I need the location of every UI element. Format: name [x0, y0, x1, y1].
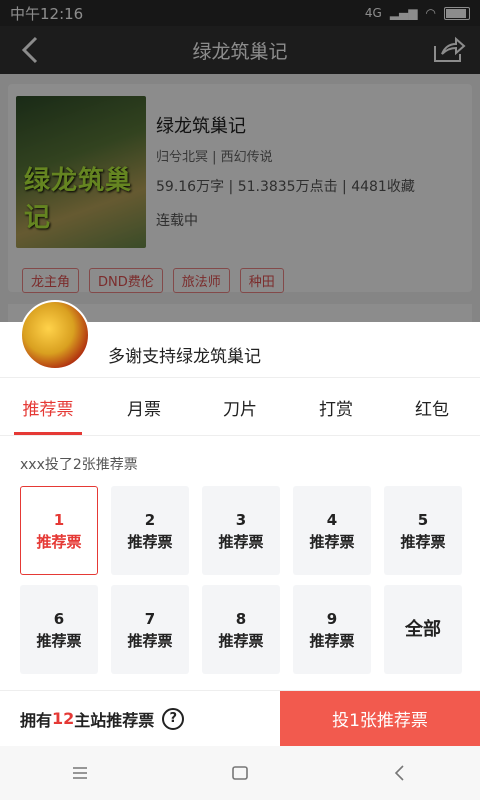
tab-red-packet[interactable]: 红包: [384, 380, 480, 435]
ticket-option-8[interactable]: 8 推荐票: [202, 585, 280, 674]
ticket-option-6[interactable]: 6 推荐票: [20, 585, 98, 674]
vote-button[interactable]: 投1张推荐票: [280, 691, 480, 746]
sheet-header: 多谢支持绿龙筑巢记: [0, 300, 480, 378]
option-number: 7: [144, 609, 156, 628]
ticket-option-3[interactable]: 3 推荐票: [202, 486, 280, 575]
option-number: 1: [53, 510, 65, 529]
option-label: 推荐票: [36, 532, 82, 551]
vote-bar: 拥有 12 主站推荐票 ? 投1张推荐票: [0, 690, 480, 746]
system-nav-bar: [0, 746, 480, 800]
option-label: 推荐票: [400, 532, 446, 551]
option-number: 6: [53, 609, 65, 628]
ticket-option-9[interactable]: 9 推荐票: [293, 585, 371, 674]
owned-tickets: 拥有 12 主站推荐票 ?: [0, 691, 280, 746]
ticket-option-all[interactable]: 全部: [384, 585, 462, 674]
option-label: 推荐票: [309, 631, 355, 650]
option-number: 4: [326, 510, 338, 529]
tab-blade[interactable]: 刀片: [192, 380, 288, 435]
option-label: 推荐票: [309, 532, 355, 551]
ticket-option-7[interactable]: 7 推荐票: [111, 585, 189, 674]
avatar: [20, 300, 90, 370]
tab-recommend-ticket[interactable]: 推荐票: [0, 380, 96, 435]
help-icon[interactable]: ?: [162, 707, 185, 730]
owned-count: 12: [52, 709, 75, 728]
owned-suffix: 主站推荐票: [74, 710, 155, 730]
ticket-options: 1 推荐票 2 推荐票 3 推荐票 4 推荐票 5 推荐票 6 推荐票 7 推荐票 8 推荐票 …: [20, 486, 462, 674]
option-number: 5: [417, 510, 429, 529]
support-sheet: 多谢支持绿龙筑巢记 推荐票 月票 刀片 打赏 红包 xxx投了2张推荐票 1 推荐…: [0, 300, 480, 746]
option-number: 2: [144, 510, 156, 529]
option-all-label: 全部: [405, 618, 441, 640]
option-number: 9: [326, 609, 338, 628]
owned-prefix: 拥有: [20, 710, 53, 730]
option-label: 推荐票: [127, 631, 173, 650]
option-label: 推荐票: [127, 532, 173, 551]
ticket-option-2[interactable]: 2 推荐票: [111, 486, 189, 575]
ticket-option-4[interactable]: 4 推荐票: [293, 486, 371, 575]
ticket-option-5[interactable]: 5 推荐票: [384, 486, 462, 575]
menu-icon[interactable]: [70, 763, 90, 783]
option-label: 推荐票: [36, 631, 82, 650]
option-number: 8: [235, 609, 247, 628]
vote-info: xxx投了2张推荐票: [20, 457, 138, 473]
option-label: 推荐票: [218, 532, 264, 551]
home-icon[interactable]: [230, 763, 250, 783]
back-icon[interactable]: [390, 763, 410, 783]
option-number: 3: [235, 510, 247, 529]
ticket-option-1[interactable]: 1 推荐票: [20, 486, 98, 575]
sheet-title: 多谢支持绿龙筑巢记: [108, 347, 261, 367]
support-tabs: 推荐票 月票 刀片 打赏 红包: [0, 380, 480, 436]
tab-tip[interactable]: 打赏: [288, 380, 384, 435]
option-label: 推荐票: [218, 631, 264, 650]
tab-monthly-ticket[interactable]: 月票: [96, 380, 192, 435]
